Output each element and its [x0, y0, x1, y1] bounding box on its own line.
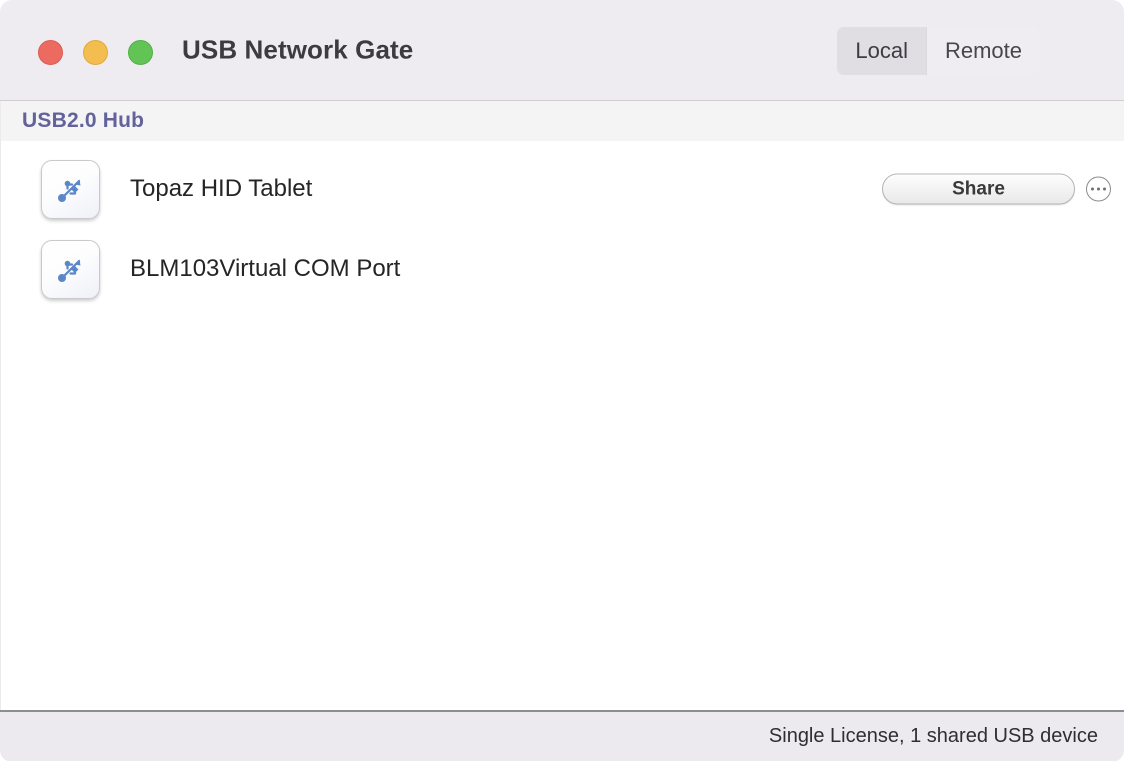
table-row[interactable]: Topaz HID Tablet Share [1, 149, 1124, 229]
usb-device-icon [41, 159, 100, 219]
license-status-text: Single License, 1 shared USB device [768, 725, 1098, 747]
device-list: Topaz HID Tablet Share BLM103Virtual COM… [1, 141, 1124, 309]
mode-switch: Local Remote [837, 27, 1040, 75]
table-row[interactable]: BLM103Virtual COM Port [1, 229, 1124, 309]
section-header-label: USB2.0 Hub [22, 109, 145, 132]
app-window: USB Network Gate Local Remote USB2.0 Hub [0, 0, 1124, 762]
title-bar: USB Network Gate Local Remote [0, 0, 1124, 101]
dot [1096, 187, 1101, 191]
more-options-icon[interactable] [1086, 176, 1111, 202]
dot [1090, 187, 1095, 191]
traffic-light-group [38, 40, 153, 65]
close-window-button[interactable] [38, 40, 63, 65]
dot [1102, 187, 1107, 191]
page-title: USB Network Gate [182, 34, 414, 65]
maximize-window-button[interactable] [128, 40, 153, 65]
tab-remote[interactable]: Remote [925, 27, 1040, 75]
minimize-window-button[interactable] [83, 40, 108, 65]
section-header-usb-hub: USB2.0 Hub [1, 101, 1124, 141]
device-name: Topaz HID Tablet [130, 175, 313, 202]
tab-local[interactable]: Local [837, 27, 926, 75]
device-list-panel: USB2.0 Hub Topaz HID Tablet Share BLM103… [0, 101, 1124, 710]
status-bar: Single License, 1 shared USB device [0, 710, 1124, 761]
device-name: BLM103Virtual COM Port [130, 255, 401, 282]
share-button[interactable]: Share [882, 173, 1075, 205]
usb-device-icon [41, 239, 100, 299]
